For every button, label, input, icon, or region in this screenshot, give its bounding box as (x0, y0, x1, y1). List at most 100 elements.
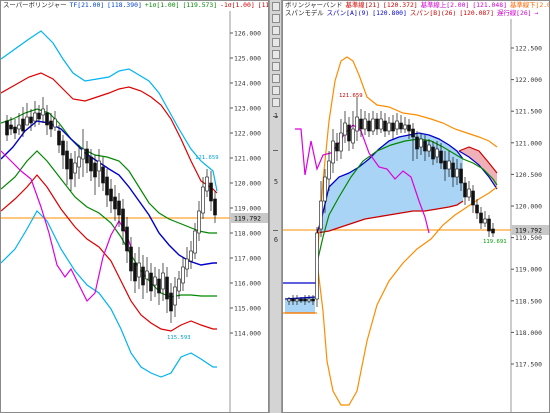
left-plus2sigma-line (1, 30, 218, 192)
window-button-8[interactable] (272, 86, 280, 95)
right-candle-body (471, 190, 475, 206)
left-current-price-label: 119.792 (234, 215, 261, 223)
left-candle-body (213, 198, 217, 216)
right-annotation-low: 119.691 (483, 239, 507, 245)
right-candle-body (447, 160, 451, 170)
right-candle-body (387, 122, 391, 132)
left-price-label: 119.000 (234, 205, 261, 213)
right-candle-body (451, 162, 455, 178)
left-candle-body (77, 156, 81, 168)
window-button-6[interactable] (272, 62, 280, 71)
left-candle-body (29, 116, 33, 124)
left-minus2sigma-line (1, 174, 217, 332)
right-candle-body (303, 298, 307, 302)
window-button-9[interactable] (272, 98, 280, 107)
right-candle-body (487, 218, 491, 232)
right-candle-body (367, 120, 371, 132)
scroll-label-top: 1 (273, 112, 279, 120)
left-candle-body (193, 230, 197, 254)
pane-splitter-strip[interactable]: 1 5 6 (269, 0, 282, 413)
right-candle-body (399, 122, 403, 130)
right-price-label: 121.500 (515, 108, 542, 116)
left-price-label: 126.000 (234, 30, 261, 38)
window-button-top[interactable] (272, 2, 280, 11)
left-candle-body (81, 148, 85, 160)
right-price-label: 122.500 (515, 45, 542, 53)
right-candle-body (427, 144, 431, 152)
left-chart-pane[interactable]: スーパーボリンジャー TF[21.00] [118.390] +1σ[1.00] [11… (0, 0, 269, 413)
scroll-label-mid: 5 (273, 178, 279, 186)
left-candle-body (165, 276, 169, 300)
right-price-label: 121.000 (515, 139, 542, 147)
right-candle-body (319, 200, 323, 230)
right-candle-body (335, 142, 339, 152)
left-price-label: 123.000 (234, 105, 261, 113)
right-candle-body (463, 182, 467, 198)
right-candle-body (287, 298, 291, 302)
left-candle-body (105, 176, 109, 196)
window-button-2[interactable] (272, 14, 280, 23)
right-candle-body (379, 118, 383, 130)
right-candle-body (355, 116, 359, 132)
window-button-3[interactable] (272, 26, 280, 35)
left-price-label: 117.000 (234, 255, 261, 263)
left-candle-body (145, 270, 149, 280)
right-candle-body (327, 160, 331, 180)
left-candle-body (169, 292, 173, 312)
left-candle-body (161, 272, 165, 290)
window-button-5[interactable] (272, 50, 280, 59)
left-candle-body (133, 262, 137, 282)
left-candle-body (129, 246, 133, 272)
left-candle-body (189, 250, 193, 262)
right-candle-body (403, 124, 407, 130)
left-candle-body (101, 166, 105, 184)
left-candle-body (157, 278, 161, 294)
right-chart-pane[interactable]: ボリンジャーバンド 基準線[21] [120.372] 基準線上[2.00] [121.… (282, 0, 550, 413)
left-candle-body (41, 108, 45, 116)
left-chart-canvas[interactable]: 126.000 125.000 124.000 123.000 122.000 121.0… (1, 1, 269, 413)
left-candle-body (69, 158, 73, 180)
right-candle-body (455, 168, 459, 178)
right-candle-body (363, 118, 367, 130)
left-annotation-low: 115.593 (167, 335, 191, 341)
right-candle-body (439, 150, 443, 164)
left-minus3sigma-line (1, 210, 217, 378)
left-green-band-upper (1, 108, 217, 234)
left-candle-body (125, 226, 129, 252)
left-candle-body (117, 200, 121, 216)
right-candle-body (371, 118, 375, 132)
left-price-label: 115.000 (234, 305, 261, 313)
window-button-4[interactable] (272, 38, 280, 47)
right-candle-body (331, 140, 335, 164)
right-candle-body (295, 298, 299, 302)
left-candle-body (89, 156, 93, 172)
left-candle-body (205, 176, 209, 192)
right-current-price-label: 119.792 (515, 227, 542, 235)
right-candle-body (351, 128, 355, 144)
left-candle-body (37, 112, 41, 120)
right-candle-body (491, 228, 495, 234)
left-candle-body (13, 126, 17, 134)
left-price-label: 121.000 (234, 155, 261, 163)
right-price-label: 122.000 (515, 76, 542, 84)
left-candle-body (33, 112, 37, 122)
left-candle-body (9, 124, 13, 130)
right-candle-body (435, 148, 439, 158)
window-button-7[interactable] (272, 74, 280, 83)
left-candle-body (61, 140, 65, 156)
right-chart-canvas[interactable]: 122.500 122.000 121.500 121.000 120.500 120.0… (283, 1, 550, 413)
left-candle-body (209, 182, 213, 202)
right-candle-body (483, 218, 487, 224)
left-annotation-high: 121.659 (195, 155, 219, 161)
right-candle-body (467, 188, 471, 198)
right-candle-body (299, 298, 303, 302)
left-candle-body (17, 124, 21, 130)
left-candle-body (153, 276, 157, 286)
left-lagging-line (1, 150, 132, 303)
left-candle-body (113, 196, 117, 210)
left-price-label: 118.000 (234, 230, 261, 238)
scroll-tick-2 (273, 150, 278, 151)
right-candle-body (415, 136, 419, 150)
scroll-tick-3 (273, 230, 278, 231)
right-candle-body (315, 232, 319, 300)
